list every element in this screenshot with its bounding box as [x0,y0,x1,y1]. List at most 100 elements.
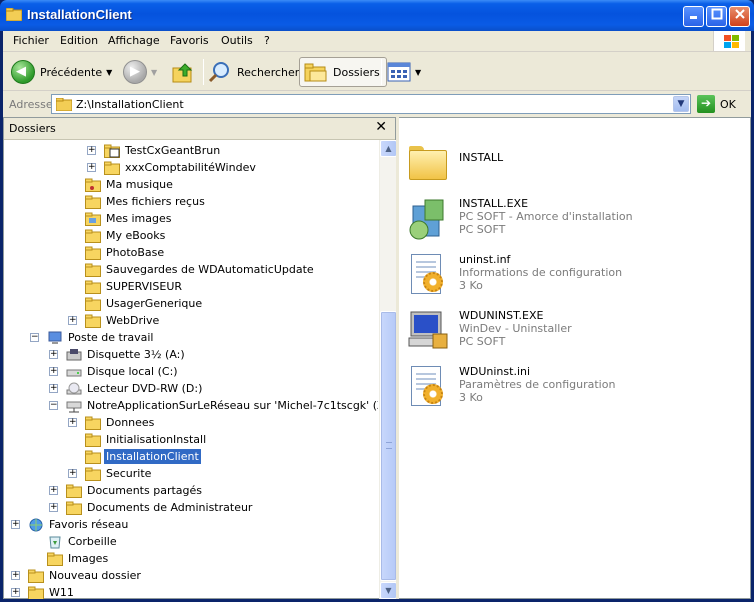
address-input[interactable]: Z:\InstallationClient ▼ [51,94,691,114]
up-folder-button[interactable] [171,57,195,87]
tree-item[interactable]: Images [47,550,110,567]
file-item[interactable]: INSTALL.EXE PC SOFT - Amorce d'installati… [405,196,633,246]
tree-item[interactable]: Documents de Administrateur [66,499,254,516]
file-item[interactable]: INSTALL [405,140,503,190]
folder-icon [85,450,101,464]
tree-item[interactable]: InitialisationInstall [85,431,208,448]
search-button[interactable]: Rechercher [208,57,299,87]
title-bar[interactable]: InstallationClient [0,0,754,31]
expand-toggle[interactable]: + [11,588,20,597]
tree-item[interactable]: TestCxGeantBrun [104,142,222,159]
expand-toggle[interactable]: + [49,384,58,393]
windows-logo-icon [713,31,745,51]
tree-item-label: W11 [49,586,74,599]
menu-edition[interactable]: Edition [60,34,98,47]
folder-icon [85,416,101,430]
file-item[interactable]: uninst.inf Informations de configuration 3… [405,252,622,302]
folder-icon [47,552,63,566]
file-item[interactable]: WDUNINST.EXE WinDev - Uninstaller PC SOFT [405,308,572,358]
expand-toggle[interactable]: + [87,163,96,172]
tree-item[interactable]: Sauvegardes de WDAutomaticUpdate [85,261,316,278]
expand-toggle[interactable]: + [68,316,77,325]
tree-item[interactable]: xxxComptabilitéWindev [104,159,258,176]
expand-toggle[interactable]: + [49,486,58,495]
chevron-down-icon[interactable]: ▼ [151,68,157,77]
minimize-button[interactable] [683,6,704,27]
chevron-down-icon: ▼ [677,99,685,109]
scroll-up-arrow-icon[interactable]: ▲ [380,140,397,157]
tree-item[interactable]: My eBooks [85,227,167,244]
folder-icon [85,195,101,209]
dvd-icon [66,382,82,396]
tree-item[interactable]: InstallationClient [85,448,201,465]
go-button[interactable]: ➔ OK [697,95,736,113]
menu-favoris[interactable]: Favoris [170,34,209,47]
chevron-down-icon[interactable]: ▼ [106,68,112,77]
tree-item[interactable]: UsagerGenerique [85,295,204,312]
expand-toggle[interactable]: + [49,503,58,512]
tree-item[interactable]: Lecteur DVD-RW (D:) [66,380,204,397]
collapse-toggle[interactable]: − [30,333,39,342]
folders-button[interactable]: Dossiers [299,57,387,87]
tree-item-label: Documents partagés [87,484,202,497]
tree-item[interactable]: Disquette 3½ (A:) [66,346,187,363]
forward-button[interactable]: ▶ ▼ [123,57,157,87]
search-icon [208,62,229,83]
scrollbar-thumb[interactable] [380,311,397,581]
tree-item[interactable]: W11 [28,584,76,599]
tree-item[interactable]: Favoris réseau [28,516,130,533]
tree-item[interactable]: NotreApplicationSurLeRéseau sur 'Michel-… [66,397,378,414]
expand-toggle[interactable]: + [49,350,58,359]
folder-icon [85,314,101,328]
tree-item[interactable]: WebDrive [85,312,161,329]
folder-tree: + TestCxGeantBrun + xxxComptabilitéWindev Ma… [4,140,378,599]
tree-item[interactable]: Donnees [85,414,156,431]
maximize-button[interactable] [706,6,727,27]
folder-icon [85,433,101,447]
special-folder-icon [104,144,120,158]
tree-scrollbar[interactable]: ▲ ▼ [379,140,397,599]
expand-toggle[interactable]: + [11,571,20,580]
address-dropdown-button[interactable]: ▼ [673,96,689,112]
file-detail: 3 Ko [459,391,483,404]
tree-item[interactable]: Corbeille [47,533,119,550]
menu-affichage[interactable]: Affichage [108,34,160,47]
chevron-down-icon[interactable]: ▼ [415,68,421,77]
folder-icon [405,140,453,188]
config-file-icon [405,252,453,300]
tree-item[interactable]: Documents partagés [66,482,204,499]
menu-outils[interactable]: Outils [221,34,253,47]
back-button[interactable]: ◀ Précédente ▼ [11,57,112,87]
tree-item[interactable]: Disque local (C:) [66,363,180,380]
tree-item[interactable]: Mes images [85,210,173,227]
file-item[interactable]: WDUninst.ini Paramètres de configuration 3… [405,364,615,414]
tree-item[interactable]: Securite [85,465,153,482]
menu-fichier[interactable]: Fichier [13,34,49,47]
close-pane-icon[interactable]: ✕ [375,119,387,135]
tree-item[interactable]: Nouveau dossier [28,567,143,584]
menu-help[interactable]: ? [264,34,270,47]
up-folder-icon [172,63,193,83]
tree-item-label: InstallationClient [104,449,201,464]
tree-item[interactable]: Mes fichiers reçus [85,193,207,210]
maximize-icon [711,8,722,20]
tree-item-label: Documents de Administrateur [87,501,253,514]
tree-item[interactable]: Ma musique [85,176,175,193]
close-button[interactable] [729,6,750,27]
expand-toggle[interactable]: + [68,418,77,427]
scroll-down-arrow-icon[interactable]: ▼ [380,582,397,599]
tree-item[interactable]: SUPERVISEUR [85,278,184,295]
tree-item-label: SUPERVISEUR [106,280,183,293]
expand-toggle[interactable]: + [49,367,58,376]
tree-item[interactable]: PhotoBase [85,244,166,261]
views-button[interactable]: ▼ [387,57,421,87]
file-meta: uninst.inf Informations de configuration 3… [459,252,622,302]
tree-item[interactable]: Poste de travail [47,329,155,346]
file-meta: WDUninst.ini Paramètres de configuration 3… [459,364,615,414]
file-meta: INSTALL [459,140,503,190]
expand-toggle[interactable]: + [87,146,96,155]
expand-toggle[interactable]: + [11,520,20,529]
collapse-toggle[interactable]: − [49,401,58,410]
expand-toggle[interactable]: + [68,469,77,478]
tree-item-label: WebDrive [106,314,160,327]
